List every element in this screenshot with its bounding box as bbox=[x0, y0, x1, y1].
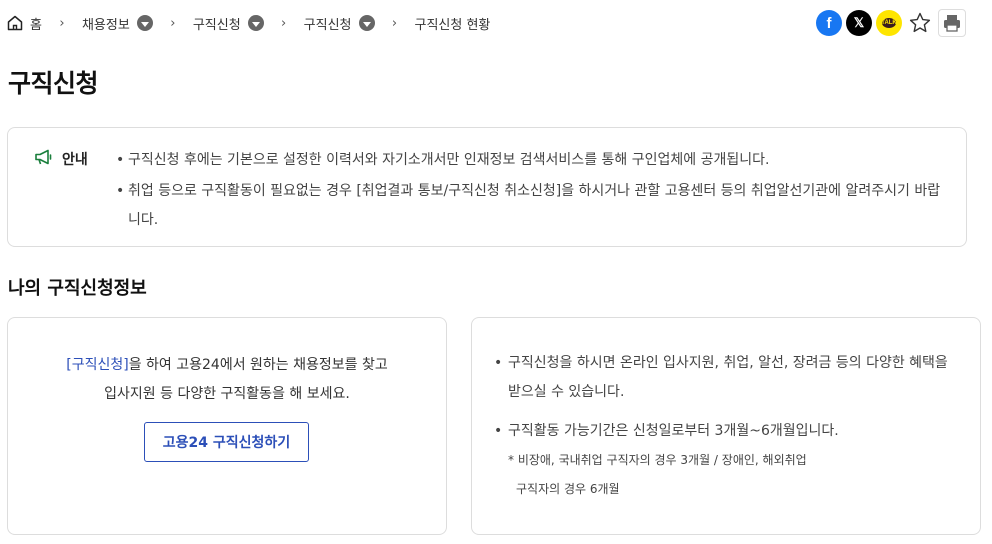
notice-item: 구직신청 후에는 기본으로 설정한 이력서와 자기소개서만 인재정보 검색서비스… bbox=[116, 146, 946, 175]
chevron-down-icon[interactable] bbox=[136, 15, 153, 31]
breadcrumb-label: 구직신청 bbox=[303, 17, 352, 33]
home-icon bbox=[6, 14, 24, 32]
apply-text-1: 을 하여 고용24에서 원하는 채용정보를 찾고 bbox=[128, 357, 388, 373]
apply-text-2: 입사지원 등 다양한 구직활동을 해 보세요. bbox=[104, 386, 350, 402]
x-icon[interactable]: 𝕏 bbox=[846, 10, 872, 36]
kakaotalk-icon[interactable]: TALK bbox=[876, 10, 902, 36]
breadcrumb-label: 구직신청 현황 bbox=[414, 17, 491, 33]
megaphone-icon bbox=[34, 148, 54, 170]
info-card: 구직신청을 하시면 온라인 입사지원, 취업, 알선, 장려금 등의 다양한 혜… bbox=[471, 317, 981, 535]
chevron-right-icon: › bbox=[59, 15, 65, 31]
kakaotalk-label: TALK bbox=[881, 18, 897, 28]
section-title: 나의 구직신청정보 bbox=[8, 278, 147, 299]
facebook-icon[interactable]: f bbox=[816, 10, 842, 36]
notice-item: 취업 등으로 구직활동이 필요없는 경우 [취업결과 통보/구직신청 취소신청]… bbox=[116, 177, 946, 235]
notice-list: 구직신청 후에는 기본으로 설정한 이력서와 자기소개서만 인재정보 검색서비스… bbox=[116, 146, 946, 235]
breadcrumb-item-apply-2[interactable]: 구직신청 bbox=[304, 14, 375, 33]
chevron-right-icon: › bbox=[281, 15, 287, 31]
breadcrumb-label: 채용정보 bbox=[81, 17, 130, 33]
breadcrumb-item-current: 구직신청 현황 bbox=[415, 14, 491, 33]
breadcrumb-home-label: 홈 bbox=[30, 17, 42, 33]
print-icon[interactable] bbox=[938, 9, 966, 37]
chevron-right-icon: › bbox=[391, 15, 398, 31]
apply-link[interactable]: [구직신청] bbox=[66, 357, 128, 373]
notice-box: 안내 구직신청 후에는 기본으로 설정한 이력서와 자기소개서만 인재정보 검색… bbox=[7, 127, 967, 247]
chevron-down-icon[interactable] bbox=[358, 15, 375, 31]
breadcrumb-label: 구직신청 bbox=[192, 17, 241, 33]
apply-job-button[interactable]: 고용24 구직신청하기 bbox=[144, 422, 309, 462]
chevron-right-icon: › bbox=[170, 15, 176, 31]
notice-label: 안내 bbox=[34, 148, 88, 170]
page-title: 구직신청 bbox=[8, 69, 99, 98]
chevron-down-icon[interactable] bbox=[247, 15, 264, 31]
info-item-text: 구직활동 가능기간은 신청일로부터 3개월~6개월입니다. bbox=[508, 423, 839, 439]
notice-label-text: 안내 bbox=[62, 152, 88, 168]
breadcrumb: 홈 › 채용정보 › 구직신청 › 구직신청 › 구직신청 현황 bbox=[6, 12, 490, 34]
apply-card: [구직신청]을 하여 고용24에서 원하는 채용정보를 찾고 입사지원 등 다양… bbox=[7, 317, 447, 535]
info-item: 구직신청을 하시면 온라인 입사지원, 취업, 알선, 장려금 등의 다양한 혜… bbox=[494, 349, 964, 407]
star-icon[interactable] bbox=[906, 9, 934, 37]
share-toolbar: f 𝕏 TALK bbox=[816, 9, 966, 37]
apply-description: [구직신청]을 하여 고용24에서 원하는 채용정보를 찾고 입사지원 등 다양… bbox=[8, 351, 446, 409]
breadcrumb-item-apply-1[interactable]: 구직신청 bbox=[193, 14, 264, 33]
breadcrumb-item-jobinfo[interactable]: 채용정보 bbox=[82, 14, 153, 33]
info-item: 구직활동 가능기간은 신청일로부터 3개월~6개월입니다. * 비장애, 국내취… bbox=[494, 417, 964, 504]
info-note-line: 구직자의 경우 6개월 bbox=[516, 482, 620, 496]
info-note-line: * 비장애, 국내취업 구직자의 경우 3개월 / 장애인, 해외취업 bbox=[508, 453, 807, 467]
info-note: * 비장애, 국내취업 구직자의 경우 3개월 / 장애인, 해외취업 구직자의… bbox=[508, 446, 964, 504]
breadcrumb-home[interactable]: 홈 bbox=[6, 14, 42, 33]
info-list: 구직신청을 하시면 온라인 입사지원, 취업, 알선, 장려금 등의 다양한 혜… bbox=[494, 349, 964, 504]
